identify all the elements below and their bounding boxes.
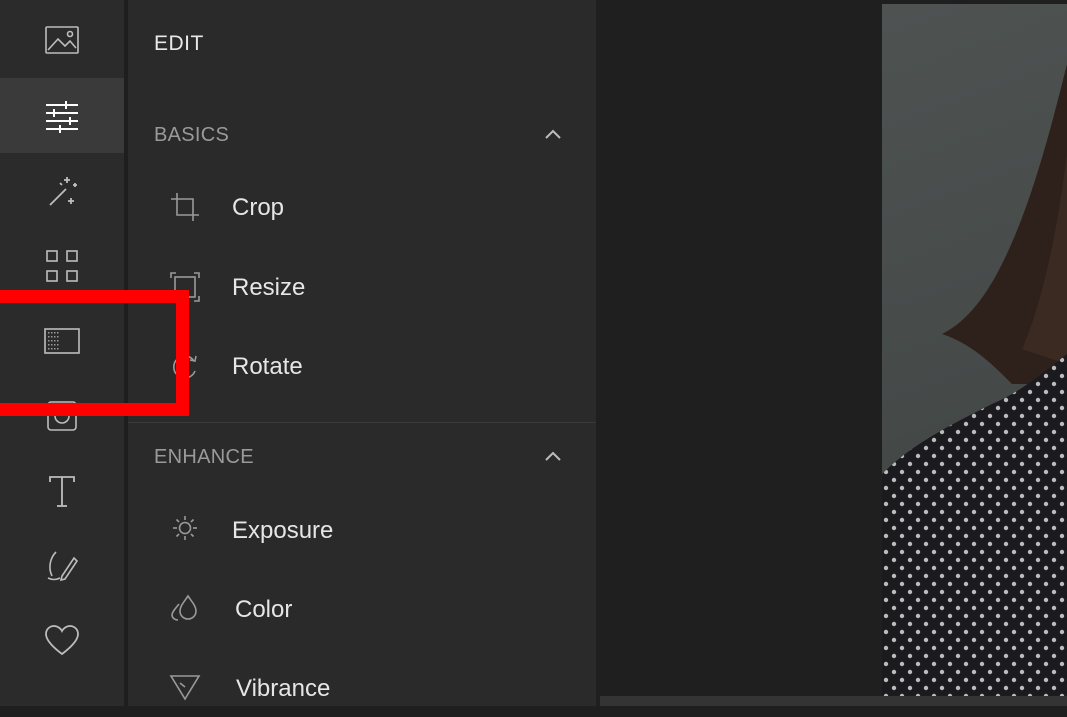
edit-panel: EDIT BASICS Crop Resize Rotate ENHANCE E… [128,0,596,706]
rail-item-effects[interactable] [0,153,124,228]
triangle-icon [169,675,201,701]
heart-icon [45,624,79,655]
rail-item-text[interactable] [0,453,124,528]
drops-icon [171,594,197,621]
magic-wand-icon [49,176,77,206]
menu-item-label: Exposure [232,517,334,544]
menu-item-label: Resize [232,274,306,301]
menu-item-crop[interactable]: Crop [128,176,596,236]
crop-icon [171,193,199,221]
menu-item-label: Rotate [232,353,303,380]
rail-item-image[interactable] [0,2,124,77]
section-header-enhance[interactable]: ENHANCE [128,437,596,477]
text-icon [49,475,75,507]
draw-icon [47,550,79,581]
section-label: ENHANCE [154,445,254,468]
chevron-up-icon [545,129,561,139]
menu-item-rotate[interactable]: Rotate [128,335,596,395]
rail-item-draw[interactable] [0,528,124,603]
menu-item-color[interactable]: Color [128,578,596,638]
menu-item-label: Color [235,596,293,623]
portrait-photo [882,64,1067,696]
panel-title: EDIT [154,32,204,55]
chevron-up-icon [545,451,561,461]
photo-preview[interactable] [882,4,1067,696]
section-header-basics[interactable]: BASICS [128,115,596,155]
grid-icon [46,249,78,282]
menu-item-label: Vibrance [236,675,331,702]
section-divider [128,422,596,423]
menu-item-resize[interactable]: Resize [128,256,596,316]
menu-item-label: Crop [232,194,285,221]
highlight-box [0,290,189,416]
sun-icon [173,516,197,540]
menu-item-vibrance[interactable]: Vibrance [128,657,596,717]
canvas-scrollbar[interactable] [600,696,1067,706]
rail-item-adjust[interactable] [0,78,124,153]
sliders-icon [46,100,78,133]
section-label: BASICS [154,123,230,146]
image-icon [45,25,79,54]
menu-item-exposure[interactable]: Exposure [128,499,596,559]
photo-canvas[interactable] [596,0,1067,706]
rail-item-favorites[interactable] [0,603,124,678]
